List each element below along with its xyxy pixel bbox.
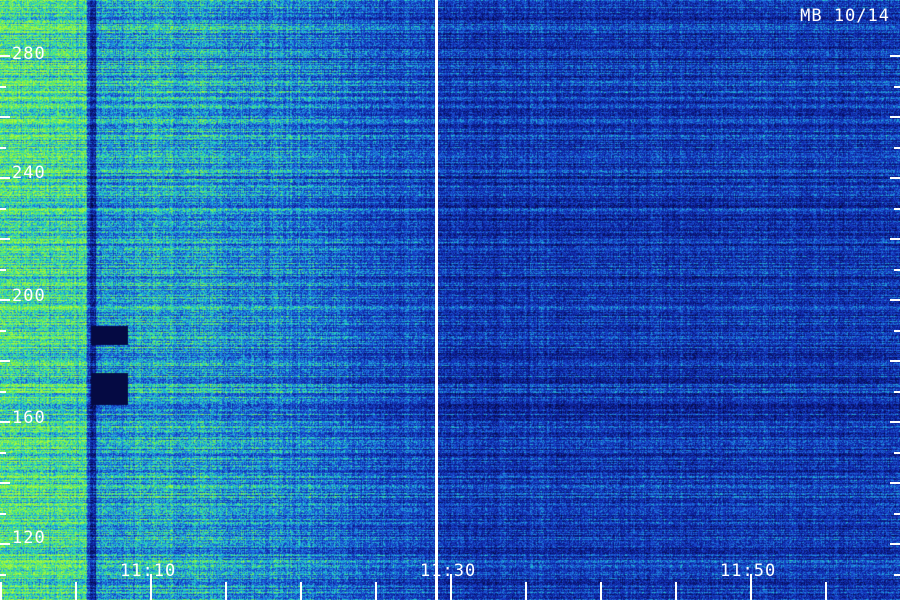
time-cursor-line xyxy=(435,0,438,600)
spectrogram-image xyxy=(0,0,900,600)
x-tick-label: 11:10 xyxy=(120,561,177,581)
x-tick-label: 11:50 xyxy=(720,561,777,581)
y-tick-label: 240 xyxy=(12,163,46,183)
y-tick-label: 120 xyxy=(12,528,46,548)
x-tick-label: 11:30 xyxy=(420,561,477,581)
y-tick-label: 280 xyxy=(12,44,46,64)
station-date-label: MB 10/14 xyxy=(800,6,890,26)
spectrogram-panel: MB 10/14 280 240 200 160 120 11:10 11:30… xyxy=(0,0,900,600)
y-tick-label: 200 xyxy=(12,286,46,306)
y-tick-label: 160 xyxy=(12,408,46,428)
